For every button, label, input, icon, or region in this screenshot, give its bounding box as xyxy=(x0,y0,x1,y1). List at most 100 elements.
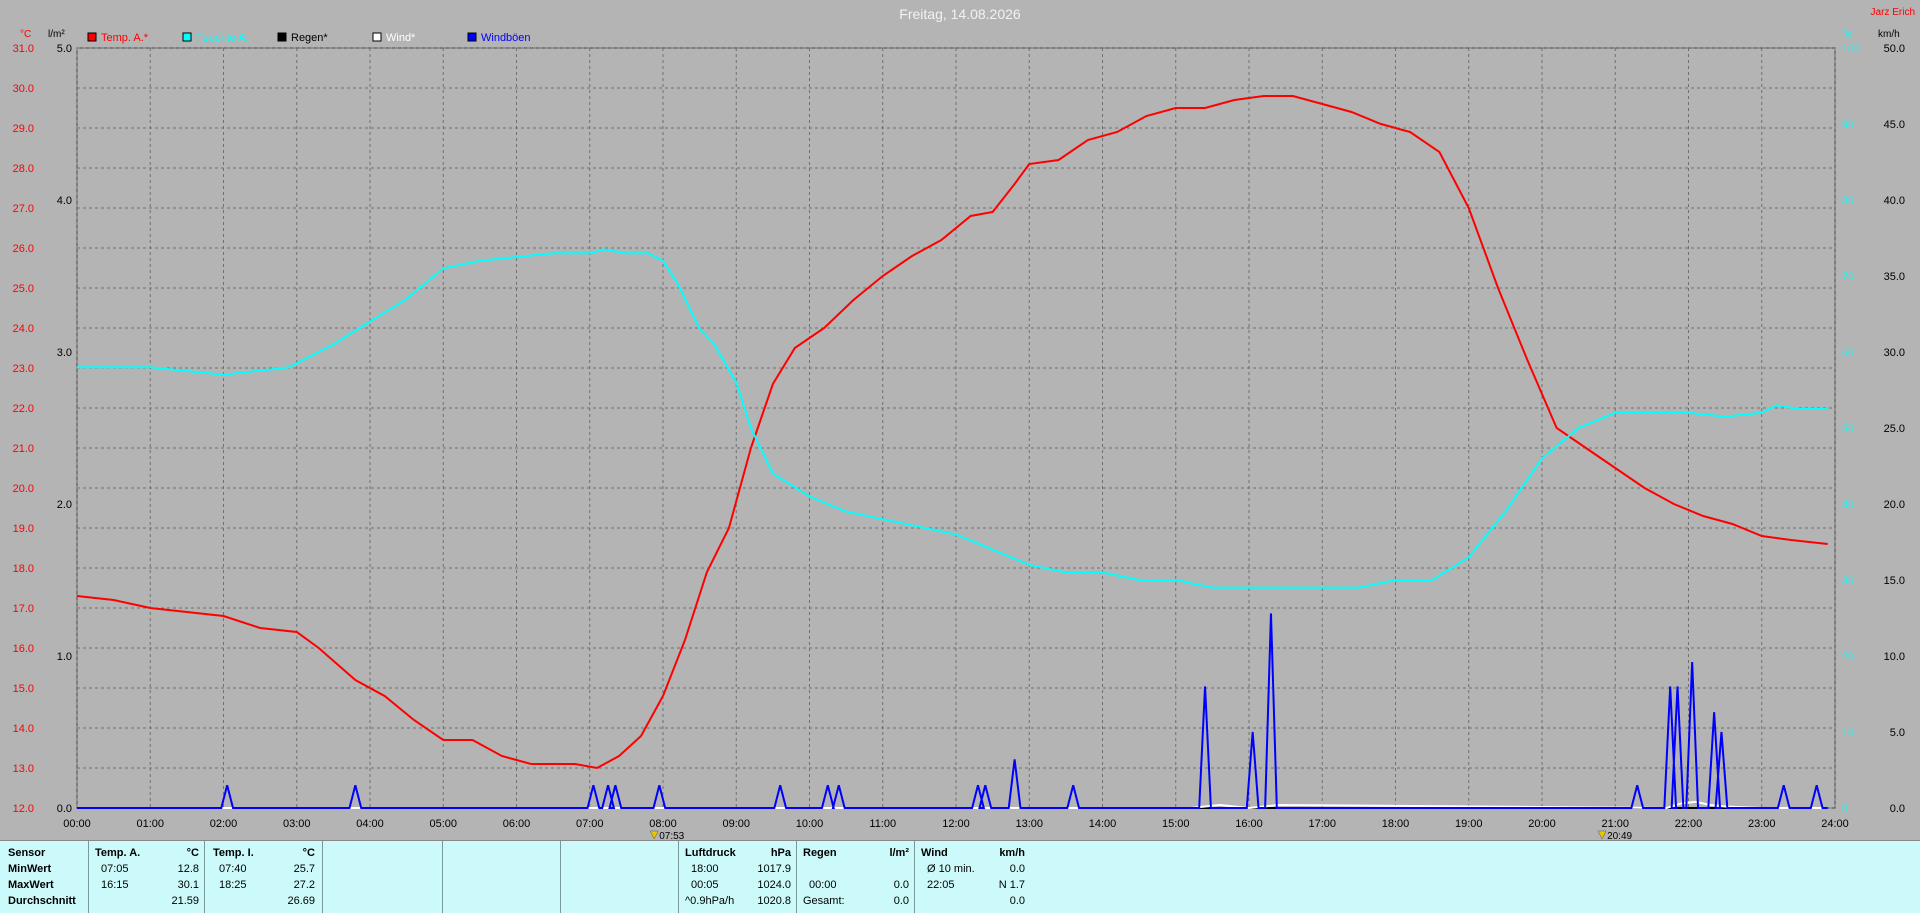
temp-a-column: Temp. A. °C 07:05 12.8 16:15 30.1 21.59 xyxy=(88,841,205,913)
temp-a-max: 30.1 xyxy=(177,879,199,891)
x-tick-label: 20:00 xyxy=(1528,818,1556,830)
temp-tick-label: 28.0 xyxy=(13,163,34,175)
pressure-max: 1024.0 xyxy=(757,879,791,891)
row-label-max: MaxWert xyxy=(8,879,54,891)
empty-column-1 xyxy=(322,841,443,913)
x-tick-label: 04:00 xyxy=(356,818,384,830)
temp-a-min: 12.8 xyxy=(177,863,199,875)
wind-tick-label: 25.0 xyxy=(1884,423,1905,435)
x-tick-label: 01:00 xyxy=(136,818,164,830)
empty-column-3 xyxy=(560,841,679,913)
sun-marker-label: 20:49 xyxy=(1607,831,1632,840)
rain-tick-label: 1.0 xyxy=(57,651,72,663)
humidity-tick-label: 100 xyxy=(1842,43,1860,55)
pressure-header: Luftdruck xyxy=(685,847,736,859)
weather-chart: Freitag, 14.08.2026 Jarz Erich °C l/m² %… xyxy=(13,6,1915,840)
empty-column-2 xyxy=(442,841,561,913)
temp-tick-label: 26.0 xyxy=(13,243,34,255)
pressure-column: Luftdruck hPa 18:00 1017.9 00:05 1024.0 … xyxy=(678,841,797,913)
x-tick-label: 02:00 xyxy=(210,818,238,830)
temp-tick-label: 14.0 xyxy=(13,723,34,735)
temp-i-header: Temp. I. xyxy=(213,847,254,859)
x-tick-label: 13:00 xyxy=(1015,818,1043,830)
legend-swatch xyxy=(372,32,382,42)
rain-column: Regen l/m² 00:00 0.0 Gesamt: 0.0 xyxy=(796,841,915,913)
temp-tick-label: 18.0 xyxy=(13,563,34,575)
legend-swatch xyxy=(182,32,192,42)
x-tick-label: 08:00 xyxy=(649,818,677,830)
rain-unit-label: l/m² xyxy=(48,29,65,40)
temp-a-unit: °C xyxy=(186,847,199,859)
temp-i-min: 25.7 xyxy=(293,863,315,875)
wind-r1-label: Ø 10 min. xyxy=(927,863,975,875)
x-tick-label: 18:00 xyxy=(1382,818,1410,830)
pressure-min: 1017.9 xyxy=(757,863,791,875)
x-tick-label: 11:00 xyxy=(869,818,896,830)
humidity-tick-label: 10 xyxy=(1842,727,1854,739)
rain-total: 0.0 xyxy=(893,895,909,907)
x-tick-label: 15:00 xyxy=(1162,818,1190,830)
temp-a-header: Temp. A. xyxy=(95,847,141,859)
x-tick-label: 22:00 xyxy=(1675,818,1703,830)
legend-label: Regen* xyxy=(291,32,328,44)
temp-tick-label: 20.0 xyxy=(13,483,34,495)
humidity-tick-label: 40 xyxy=(1842,499,1854,511)
sun-marker-label: 07:53 xyxy=(659,831,684,840)
pressure-trend: ^0.9hPa/h xyxy=(685,895,735,907)
legend-swatch xyxy=(87,32,97,42)
legend-label: Temp. A.* xyxy=(101,32,149,44)
pressure-min-time: 18:00 xyxy=(691,863,719,875)
temp-tick-label: 30.0 xyxy=(13,83,34,95)
temp-unit-label: °C xyxy=(20,29,31,40)
pressure-unit: hPa xyxy=(770,847,791,859)
x-tick-label: 00:00 xyxy=(63,818,91,830)
x-tick-label: 14:00 xyxy=(1089,818,1117,830)
humidity-tick-label: 20 xyxy=(1842,651,1854,663)
temp-tick-label: 29.0 xyxy=(13,123,34,135)
legend-label: Windböen xyxy=(481,32,531,44)
humidity-tick-label: 30 xyxy=(1842,575,1854,587)
rain-tick-label: 5.0 xyxy=(57,43,72,55)
humidity-tick-label: 60 xyxy=(1842,347,1854,359)
sensor-column: Sensor MinWert MaxWert Durchschnitt xyxy=(0,841,88,913)
sun-marker-icon xyxy=(1597,830,1607,840)
pressure-max-time: 00:05 xyxy=(691,879,719,891)
temp-tick-label: 21.0 xyxy=(13,443,34,455)
temp-a-avg: 21.59 xyxy=(171,895,199,907)
chart-legend: Temp. A.* Feuchte A. Regen* Wind* Windböen xyxy=(87,32,531,44)
temp-tick-label: 17.0 xyxy=(13,603,34,615)
x-tick-label: 24:00 xyxy=(1821,818,1849,830)
wind-tick-label: 30.0 xyxy=(1884,347,1905,359)
rain-unit: l/m² xyxy=(889,847,909,859)
temp-tick-label: 16.0 xyxy=(13,643,34,655)
corner-label: Jarz Erich xyxy=(1871,7,1915,18)
temp-tick-label: 25.0 xyxy=(13,283,34,295)
wind-tick-label: 45.0 xyxy=(1884,119,1905,131)
row-label-avg: Durchschnitt xyxy=(8,895,76,907)
temp-tick-label: 12.0 xyxy=(13,803,34,815)
rain-total-label: Gesamt: xyxy=(803,895,845,907)
rain-r2-label: 00:00 xyxy=(809,879,837,891)
statistics-panel: Sensor MinWert MaxWert Durchschnitt Temp… xyxy=(0,840,1920,913)
temp-a-min-time: 07:05 xyxy=(101,863,129,875)
rain-r2: 0.0 xyxy=(893,879,909,891)
x-tick-label: 03:00 xyxy=(283,818,311,830)
wind-tick-label: 15.0 xyxy=(1884,575,1905,587)
temp-a-max-time: 16:15 xyxy=(101,879,129,891)
rain-tick-label: 4.0 xyxy=(57,195,72,207)
legend-label: Wind* xyxy=(386,32,416,44)
temp-tick-label: 22.0 xyxy=(13,403,34,415)
row-label-min: MinWert xyxy=(8,863,52,875)
wind-tick-label: 50.0 xyxy=(1884,43,1905,55)
temp-i-min-time: 07:40 xyxy=(219,863,247,875)
rain-header: Regen xyxy=(803,847,837,859)
temp-i-avg: 26.69 xyxy=(287,895,315,907)
wind-r2: N 1.7 xyxy=(998,879,1025,891)
temp-i-max-time: 18:25 xyxy=(219,879,247,891)
temp-tick-label: 31.0 xyxy=(13,43,34,55)
legend-swatch xyxy=(277,32,287,42)
temp-tick-label: 19.0 xyxy=(13,523,34,535)
wind-r2-label: 22:05 xyxy=(927,879,955,891)
x-tick-label: 07:00 xyxy=(576,818,604,830)
x-tick-label: 06:00 xyxy=(503,818,531,830)
